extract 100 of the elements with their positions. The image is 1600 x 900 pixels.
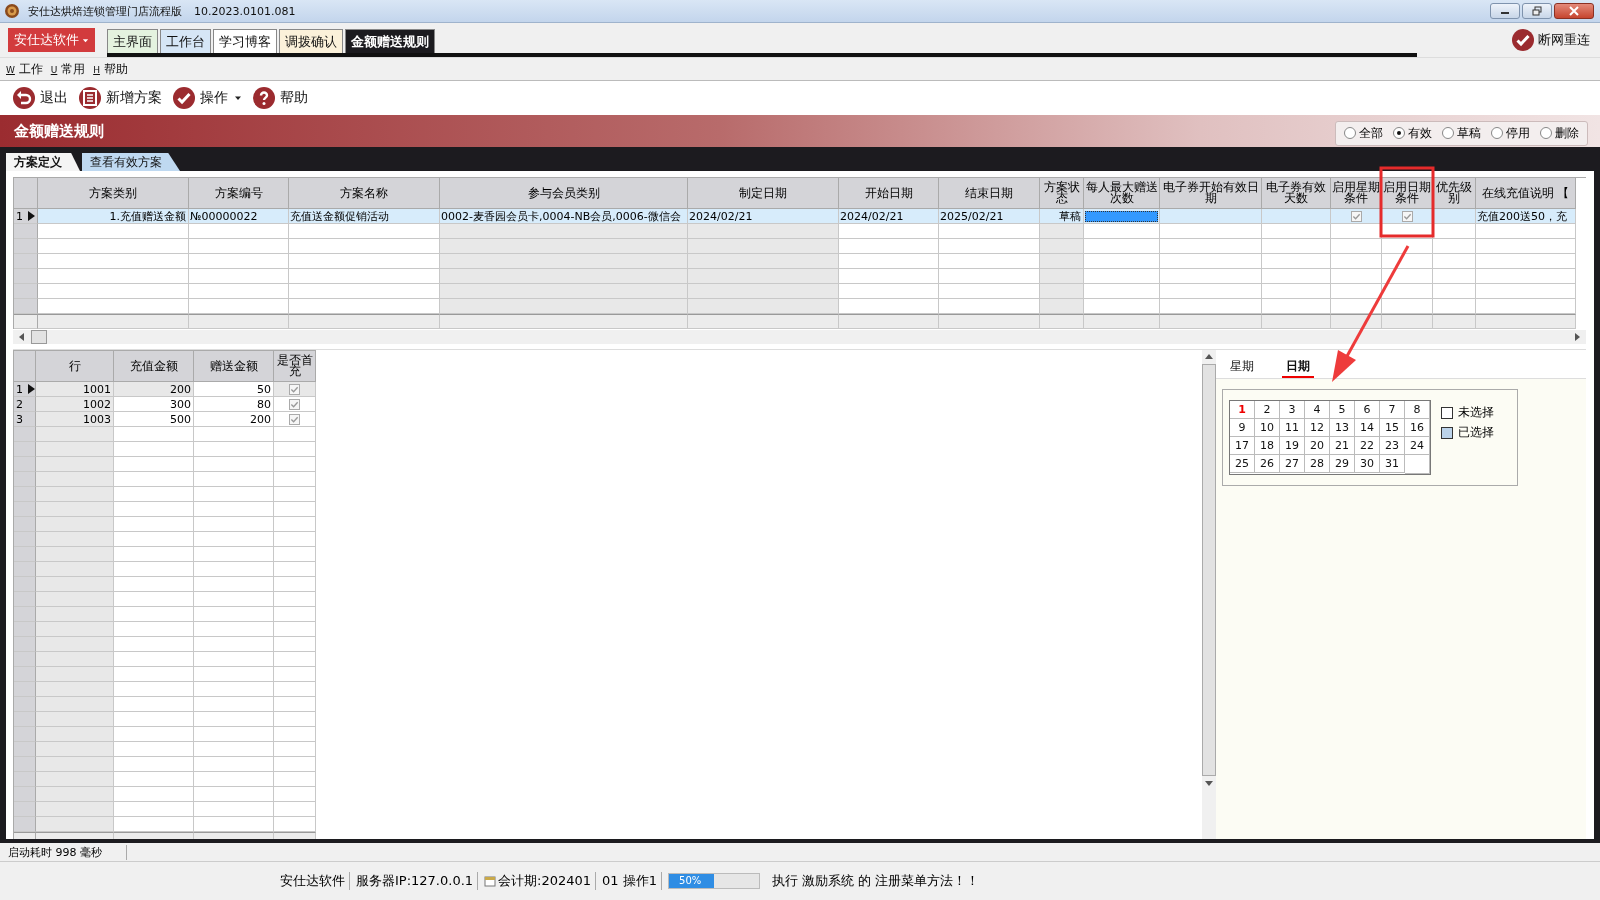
tab[interactable]: 主界面 [107, 29, 158, 53]
row-header[interactable] [14, 637, 36, 652]
radio-option[interactable]: 全部 [1344, 124, 1383, 142]
scroll-down-icon[interactable] [1205, 780, 1213, 786]
tab[interactable]: 星期 [1226, 356, 1258, 378]
scrollbar-thumb[interactable] [1202, 364, 1216, 776]
checkbox[interactable] [289, 413, 300, 425]
row-header[interactable] [14, 787, 36, 802]
toolbar-button[interactable]: 帮助 [252, 86, 308, 110]
tab[interactable]: 学习博客 [213, 29, 277, 53]
checkbox[interactable] [289, 398, 300, 410]
day-cell[interactable]: 16 [1405, 419, 1430, 437]
row-header[interactable] [14, 772, 36, 787]
day-cell[interactable]: 25 [1230, 455, 1255, 473]
tab[interactable]: 金额赠送规则 [345, 29, 435, 53]
row-header[interactable] [14, 547, 36, 562]
row-header[interactable]: 1 [14, 382, 36, 397]
row-header[interactable] [14, 427, 36, 442]
scroll-up-icon[interactable] [1205, 354, 1213, 360]
row-header[interactable] [14, 517, 36, 532]
row-header[interactable] [14, 607, 36, 622]
row-header[interactable] [14, 592, 36, 607]
row-header[interactable] [14, 457, 36, 472]
row-header[interactable] [14, 712, 36, 727]
row-header[interactable] [14, 502, 36, 517]
row-header[interactable] [14, 727, 36, 742]
radio-option[interactable]: 草稿 [1442, 124, 1481, 142]
day-cell[interactable]: 9 [1230, 419, 1255, 437]
day-cell[interactable]: 2 [1255, 401, 1280, 419]
row-header[interactable]: 1 [14, 209, 38, 224]
row-header[interactable] [14, 284, 38, 299]
day-cell[interactable]: 24 [1405, 437, 1430, 455]
radio-option[interactable]: 有效 [1393, 124, 1432, 142]
row-header[interactable] [14, 472, 36, 487]
scroll-left-icon[interactable] [19, 333, 25, 341]
row-header[interactable] [14, 577, 36, 592]
row-header[interactable] [14, 652, 36, 667]
row-header[interactable] [14, 487, 36, 502]
row-header[interactable] [14, 622, 36, 637]
checkbox[interactable] [1401, 210, 1413, 222]
day-cell[interactable]: 7 [1380, 401, 1405, 419]
close-button[interactable] [1554, 3, 1594, 19]
menu-item[interactable]: W 工作 [6, 60, 43, 78]
vertical-scrollbar[interactable] [1202, 350, 1216, 839]
tab[interactable]: 方案定义 [6, 153, 80, 171]
row-header[interactable] [14, 697, 36, 712]
day-cell[interactable]: 31 [1380, 455, 1405, 473]
day-cell[interactable]: 21 [1330, 437, 1355, 455]
row-header[interactable] [14, 269, 38, 284]
day-cell[interactable]: 13 [1330, 419, 1355, 437]
menu-item[interactable]: U 常用 [50, 60, 86, 78]
row-header[interactable] [14, 742, 36, 757]
tab[interactable]: 工作台 [160, 29, 211, 53]
day-cell[interactable]: 12 [1305, 419, 1330, 437]
day-cell[interactable]: 23 [1380, 437, 1405, 455]
checkbox[interactable] [289, 383, 300, 395]
day-cell[interactable]: 4 [1305, 401, 1330, 419]
day-cell[interactable]: 29 [1330, 455, 1355, 473]
day-cell[interactable]: 22 [1355, 437, 1380, 455]
row-header[interactable]: 3 [14, 412, 36, 427]
row-header[interactable] [14, 239, 38, 254]
day-cell[interactable]: 3 [1280, 401, 1305, 419]
day-cell[interactable]: 6 [1355, 401, 1380, 419]
row-header[interactable] [14, 299, 38, 314]
day-cell[interactable]: 11 [1280, 419, 1305, 437]
radio-option[interactable]: 删除 [1540, 124, 1579, 142]
checkbox[interactable] [1350, 210, 1362, 222]
day-cell[interactable]: 27 [1280, 455, 1305, 473]
day-cell[interactable]: 5 [1330, 401, 1355, 419]
day-cell[interactable]: 17 [1230, 437, 1255, 455]
day-cell[interactable]: 28 [1305, 455, 1330, 473]
row-header[interactable] [14, 532, 36, 547]
toolbar-button[interactable]: 操作 [172, 86, 242, 110]
restore-button[interactable] [1522, 3, 1552, 19]
row-header[interactable] [14, 802, 36, 817]
day-cell[interactable]: 1 [1230, 401, 1255, 419]
row-header[interactable]: 2 [14, 397, 36, 412]
menu-item[interactable]: H 帮助 [93, 60, 128, 78]
row-header[interactable] [14, 254, 38, 269]
day-cell[interactable]: 26 [1255, 455, 1280, 473]
day-cell[interactable]: 19 [1280, 437, 1305, 455]
row-header[interactable] [14, 757, 36, 772]
tab[interactable]: 查看有效方案 [82, 153, 180, 171]
tab[interactable]: 调拨确认 [279, 29, 343, 53]
reconnect-button[interactable]: 断网重连 [1511, 28, 1590, 52]
radio-option[interactable]: 停用 [1491, 124, 1530, 142]
scroll-right-icon[interactable] [1574, 333, 1580, 341]
day-cell[interactable]: 15 [1380, 419, 1405, 437]
row-header[interactable] [14, 682, 36, 697]
day-cell[interactable]: 14 [1355, 419, 1380, 437]
minimize-button[interactable] [1490, 3, 1520, 19]
day-cell[interactable]: 10 [1255, 419, 1280, 437]
day-cell[interactable]: 30 [1355, 455, 1380, 473]
brand-menu-button[interactable]: 安仕达软件 [8, 28, 95, 52]
day-cell[interactable]: 8 [1405, 401, 1430, 419]
row-header[interactable] [14, 667, 36, 682]
day-cell[interactable]: 20 [1305, 437, 1330, 455]
scrollbar-thumb[interactable] [31, 330, 47, 344]
row-header[interactable] [14, 442, 36, 457]
toolbar-button[interactable]: 新增方案 [78, 86, 162, 110]
